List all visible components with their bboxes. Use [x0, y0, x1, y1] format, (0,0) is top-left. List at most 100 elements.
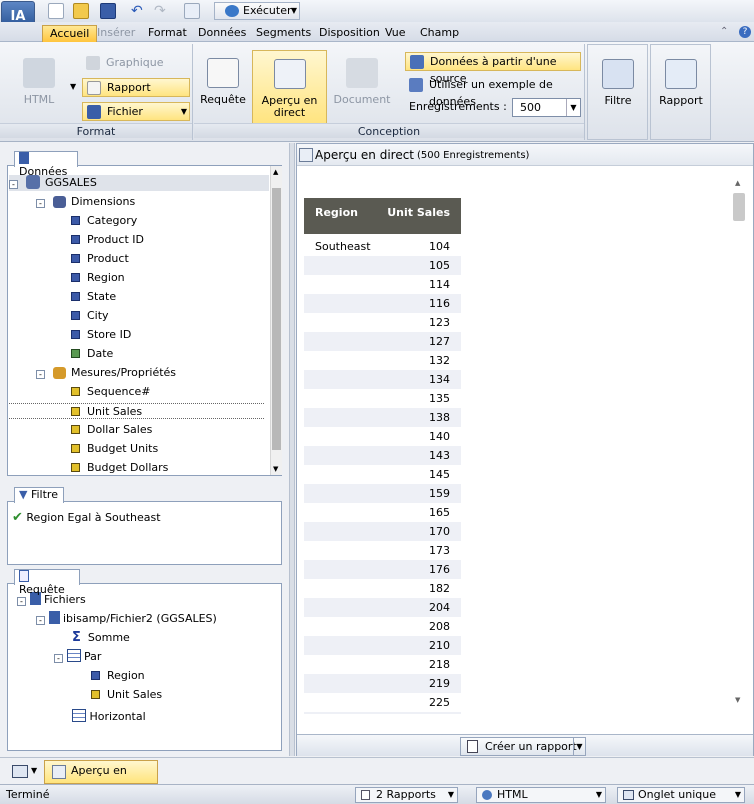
tree-item-budget-dollars[interactable]: Budget Dollars	[71, 460, 168, 475]
graphique-button[interactable]: Graphique	[82, 54, 190, 73]
field-label: Category	[87, 214, 138, 227]
tree-item-product[interactable]: Product	[71, 251, 129, 267]
tab-format[interactable]: Format	[141, 25, 194, 42]
tree-item-dollar-sales[interactable]: Dollar Sales	[71, 422, 152, 438]
source-data-button[interactable]: Données à partir d'une source	[405, 52, 581, 85]
tab-inserer[interactable]: Insérer	[90, 25, 142, 42]
scroll-up-icon[interactable]: ▲	[735, 179, 740, 187]
chevron-down-icon[interactable]: ▼	[31, 766, 37, 775]
tab-disposition[interactable]: Disposition	[312, 25, 387, 42]
add-report-icon	[665, 59, 697, 89]
query-file[interactable]: - ibisamp/Fichier2 (GGSALES)	[36, 611, 217, 627]
collapse-icon[interactable]: -	[36, 616, 45, 625]
save-icon[interactable]	[100, 3, 116, 19]
print-preview-icon[interactable]	[184, 3, 200, 19]
format-group-label: Format	[0, 123, 192, 138]
scroll-down-icon[interactable]: ▼	[735, 696, 740, 704]
scroll-down-icon[interactable]: ▼	[273, 465, 278, 473]
collapse-icon[interactable]: -	[36, 370, 45, 379]
fichier-button[interactable]: Fichier ▼	[82, 102, 190, 121]
query-somme[interactable]: Σ Somme	[72, 630, 130, 646]
collapse-icon[interactable]: -	[17, 597, 26, 606]
tab-apercu-direct[interactable]: Aperçu en direct	[44, 760, 158, 797]
chevron-down-icon[interactable]: ▼	[573, 738, 585, 755]
report-table: Region Unit Sales Southeast 104 105 114 116 1…	[304, 198, 461, 714]
tree-item-product-id[interactable]: Product ID	[71, 232, 144, 248]
collapse-icon[interactable]: -	[9, 180, 18, 189]
preview-panel: Aperçu en direct (500 Enregistrements) R…	[296, 143, 754, 756]
data-panel-scrollbar[interactable]: ▲ ▼	[270, 166, 282, 475]
output-format-dropdown[interactable]: HTML ▼	[476, 787, 606, 803]
tab-mode-dropdown[interactable]: Onglet unique ▼	[617, 787, 745, 803]
document-button[interactable]: Document	[332, 58, 392, 106]
minimize-ribbon-icon[interactable]: ⌃	[720, 26, 728, 37]
chevron-down-icon[interactable]: ▼	[566, 99, 580, 116]
cell-unit-sales: 182	[429, 582, 450, 595]
create-report-button[interactable]: Créer un rapport ▼	[460, 737, 586, 756]
tree-item-unit-sales[interactable]: Unit Sales	[9, 403, 264, 419]
file-database-icon	[48, 611, 60, 624]
preview-scrollbar[interactable]: ▲ ▼	[731, 167, 749, 707]
query-region[interactable]: Region	[91, 668, 145, 684]
filtre-button[interactable]: Filtre	[592, 59, 644, 107]
tree-item-region[interactable]: Region	[71, 270, 125, 286]
redo-icon[interactable]: ↷	[154, 3, 170, 19]
column-header-region: Region	[315, 206, 358, 219]
chevron-down-icon[interactable]: ▼	[70, 82, 76, 91]
tree-item-category[interactable]: Category	[71, 213, 137, 229]
filter-item[interactable]: ✔ Region Egal à Southeast	[12, 510, 161, 525]
tree-dimensions[interactable]: - Dimensions	[36, 194, 135, 210]
tree-measures[interactable]: - Mesures/Propriétés	[36, 365, 176, 381]
tab-vue[interactable]: Vue	[378, 25, 413, 42]
tab-donnees[interactable]: Données	[191, 25, 253, 42]
query-panel: - Fichiers - ibisamp/Fichier2 (GGSALES) …	[7, 583, 282, 751]
tree-item-date[interactable]: Date	[71, 346, 113, 362]
records-select[interactable]: 500 ▼	[512, 98, 581, 117]
tree-item-state[interactable]: State	[71, 289, 116, 305]
reports-dropdown[interactable]: 2 Rapports ▼	[355, 787, 458, 803]
chevron-down-icon[interactable]: ▼	[291, 3, 297, 19]
query-horizontal[interactable]: Horizontal	[72, 709, 146, 725]
tab-accueil[interactable]: Accueil	[42, 25, 98, 42]
query-par[interactable]: - Par	[54, 649, 101, 665]
splitter[interactable]	[289, 143, 295, 756]
open-folder-icon[interactable]	[73, 3, 89, 19]
rapport-button[interactable]: Rapport	[655, 59, 707, 107]
scroll-thumb[interactable]	[272, 188, 281, 450]
cell-unit-sales: 127	[429, 335, 450, 348]
sample-data-button[interactable]: Utiliser un exemple de données	[405, 76, 581, 108]
table-row: 225	[304, 693, 461, 712]
chevron-down-icon[interactable]: ▼	[181, 103, 187, 120]
tab-champ[interactable]: Champ	[413, 25, 466, 42]
grid-icon	[66, 649, 81, 662]
filter-panel-header: ▼ Filtre	[14, 487, 64, 503]
tree-item-store-id[interactable]: Store ID	[71, 327, 131, 343]
dimension-field-icon	[71, 330, 80, 339]
field-label: State	[87, 290, 117, 303]
tree-item-sequence[interactable]: Sequence#	[71, 384, 150, 400]
requete-button[interactable]: Requête	[198, 58, 248, 106]
apercu-direct-button[interactable]: Aperçu en direct	[252, 50, 327, 124]
execute-button[interactable]: Exécuter ▼	[214, 2, 300, 20]
live-preview-icon	[299, 148, 313, 162]
cell-unit-sales: 159	[429, 487, 450, 500]
cell-unit-sales: 145	[429, 468, 450, 481]
query-unit-sales[interactable]: Unit Sales	[91, 687, 162, 703]
help-icon[interactable]: ?	[739, 26, 751, 38]
document-label: Document	[333, 93, 391, 106]
table-row: 182	[304, 579, 461, 598]
view-switch-button[interactable]: ▼	[12, 763, 40, 781]
collapse-icon[interactable]: -	[36, 199, 45, 208]
new-document-icon[interactable]	[48, 3, 64, 19]
rapport-format-button[interactable]: Rapport	[82, 78, 190, 97]
tab-segments[interactable]: Segments	[249, 25, 318, 42]
html-button[interactable]: HTML	[10, 58, 68, 106]
tree-item-city[interactable]: City	[71, 308, 109, 324]
cell-unit-sales: 123	[429, 316, 450, 329]
tree-item-budget-units[interactable]: Budget Units	[71, 441, 158, 457]
scroll-thumb[interactable]	[733, 193, 745, 221]
collapse-icon[interactable]: -	[54, 654, 63, 663]
undo-icon[interactable]: ↶	[131, 3, 147, 19]
scroll-up-icon[interactable]: ▲	[273, 168, 278, 176]
cell-unit-sales: 176	[429, 563, 450, 576]
